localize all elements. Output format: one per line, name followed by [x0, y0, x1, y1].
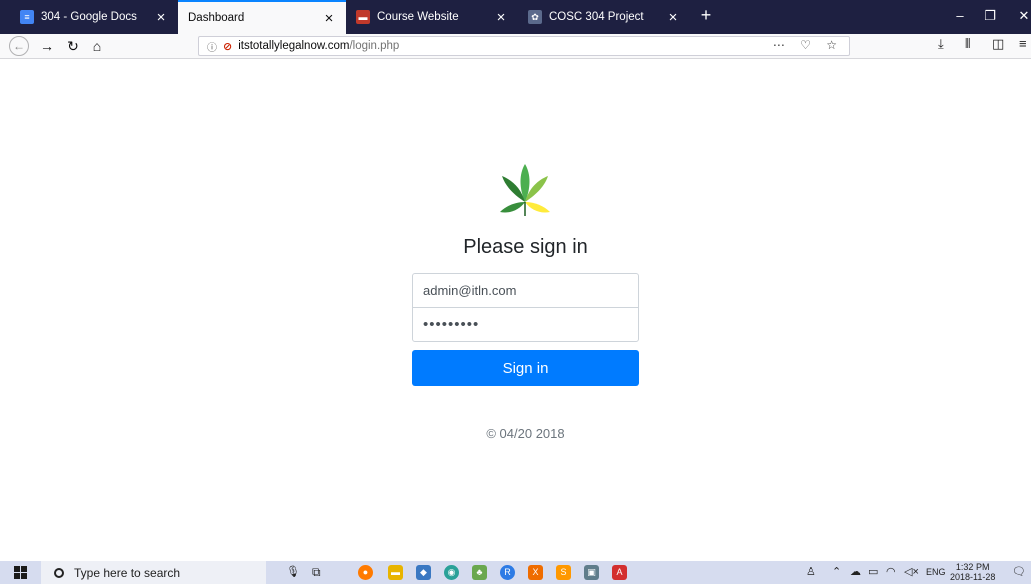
- info-icon[interactable]: ⓘ: [207, 39, 217, 54]
- tab-label: Dashboard: [188, 12, 245, 24]
- home-icon[interactable]: ⌂: [86, 36, 108, 56]
- course-website-icon: ▬: [356, 10, 370, 24]
- leaf-logo: [500, 164, 550, 216]
- close-icon[interactable]: ×: [494, 9, 508, 26]
- url-bar[interactable]: ⓘ ⊘ itstotallylegalnow.com/login.php ⋯ ♡…: [198, 36, 850, 56]
- back-icon[interactable]: ←: [9, 36, 29, 56]
- cortana-icon: [54, 567, 64, 578]
- chrome-icon[interactable]: ◉: [444, 565, 459, 580]
- tab-label: 304 - Google Docs: [41, 11, 137, 23]
- clock-time: 1:32 PM: [955, 562, 990, 572]
- acrobat-icon[interactable]: A: [612, 565, 627, 580]
- email-field[interactable]: admin@itln.com: [412, 273, 639, 308]
- new-tab-icon[interactable]: +: [696, 5, 716, 26]
- minimize-icon[interactable]: –: [950, 8, 970, 23]
- tab-google-docs[interactable]: ≡ 304 - Google Docs ×: [10, 0, 178, 34]
- windows-start-icon[interactable]: [14, 566, 27, 579]
- page-title: Please sign in: [463, 236, 588, 258]
- microphone-icon[interactable]: 🎙: [286, 565, 300, 578]
- wifi-icon[interactable]: ◠: [886, 565, 896, 578]
- windows-taskbar: Type here to search 🎙 ⧉ ● ▬ ◆ ◉ ♣ R X S …: [0, 561, 1031, 584]
- url-path: /login.php: [349, 40, 400, 52]
- clock-date: 2018-11-28: [950, 572, 996, 582]
- tab-label: Course Website: [377, 11, 459, 23]
- taskbar-search-box[interactable]: Type here to search: [41, 561, 266, 584]
- notifications-icon[interactable]: 🗨: [1012, 565, 1026, 578]
- library-icon[interactable]: ⫴: [965, 36, 970, 52]
- window-close-icon[interactable]: ✕: [1014, 8, 1031, 24]
- password-field[interactable]: •••••••••: [412, 307, 639, 342]
- google-docs-icon: ≡: [20, 10, 34, 24]
- app-icon-gray[interactable]: ▣: [584, 565, 599, 580]
- copyright-text: © 04/20 2018: [486, 426, 565, 441]
- reload-icon[interactable]: ↻: [62, 36, 84, 56]
- browser-tab-bar: ≡ 304 - Google Docs × Dashboard × ▬ Cour…: [0, 0, 1031, 34]
- page-actions-icon[interactable]: ⋯ ♡ ☆: [773, 38, 843, 52]
- volume-muted-icon[interactable]: ◁×: [904, 565, 919, 578]
- sidebar-icon[interactable]: ◫: [992, 36, 1004, 52]
- firefox-icon[interactable]: ●: [358, 565, 373, 580]
- close-icon[interactable]: ×: [154, 9, 168, 26]
- downloads-icon[interactable]: ⤓: [938, 36, 944, 52]
- tab-label: COSC 304 Project: [549, 11, 644, 23]
- xampp-icon[interactable]: X: [528, 565, 543, 580]
- tab-dashboard[interactable]: Dashboard ×: [178, 0, 346, 34]
- file-explorer-icon[interactable]: ▬: [388, 565, 403, 580]
- app-icon-blue[interactable]: ◆: [416, 565, 431, 580]
- onedrive-icon[interactable]: ☁: [850, 565, 861, 578]
- people-icon[interactable]: ♙: [806, 565, 816, 578]
- menu-icon[interactable]: ≡: [1019, 36, 1027, 51]
- show-hidden-icons-icon[interactable]: ⌃: [832, 565, 841, 578]
- restore-icon[interactable]: ❐: [980, 8, 1000, 24]
- app-icon-round-blue[interactable]: R: [500, 565, 515, 580]
- forward-icon[interactable]: →: [36, 36, 58, 56]
- sign-in-button[interactable]: Sign in: [412, 350, 639, 386]
- system-clock[interactable]: 1:32 PM 2018-11-28: [950, 562, 995, 582]
- sublime-icon[interactable]: S: [556, 565, 571, 580]
- app-icon-green[interactable]: ♣: [472, 565, 487, 580]
- tab-course-website[interactable]: ▬ Course Website ×: [346, 0, 518, 34]
- project-icon: ✿: [528, 10, 542, 24]
- battery-icon[interactable]: ▭: [868, 565, 878, 578]
- tab-cosc-project[interactable]: ✿ COSC 304 Project ×: [518, 0, 690, 34]
- navigation-bar: ← → ↻ ⌂ ⓘ ⊘ itstotallylegalnow.com/login…: [0, 34, 1031, 59]
- language-indicator[interactable]: ENG: [926, 567, 946, 577]
- close-icon[interactable]: ×: [322, 10, 336, 27]
- search-placeholder: Type here to search: [74, 565, 181, 580]
- page-content: Please sign in admin@itln.com ••••••••• …: [0, 59, 1031, 553]
- task-view-icon[interactable]: ⧉: [312, 565, 321, 580]
- tracking-blocked-icon[interactable]: ⊘: [223, 40, 232, 53]
- close-icon[interactable]: ×: [666, 9, 680, 26]
- url-domain: itstotallylegalnow.com: [238, 40, 350, 52]
